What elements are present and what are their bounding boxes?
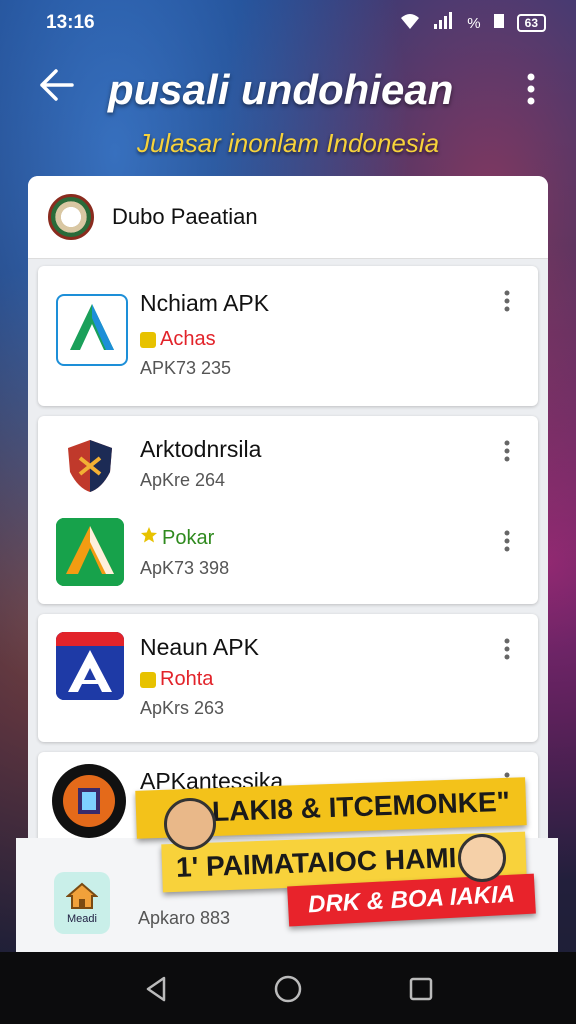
app-version: ApK73 398 <box>140 558 230 578</box>
tag-square-icon <box>140 331 156 348</box>
app-version: ApKrs 263 <box>140 698 225 718</box>
status-time: 13:16 <box>46 12 95 33</box>
apk-app-icon <box>56 294 128 366</box>
page-title: pusali undohiean <box>108 66 454 113</box>
cartoon-face-icon <box>164 798 216 850</box>
signal-percent-text: % <box>467 14 481 32</box>
app-card[interactable]: Arktodnrsila ApKre 264 Pokar ApK73 398 <box>38 416 538 604</box>
app-card[interactable]: Nchiam APK Achas APK73 235 <box>38 266 538 406</box>
apk-app-icon <box>52 764 126 838</box>
apk-app-icon <box>56 518 124 586</box>
app-card[interactable]: Neaun APK Rohta ApKrs 263 <box>38 614 538 742</box>
more-options-icon[interactable] <box>504 638 510 660</box>
wifi-icon <box>399 12 421 34</box>
system-nav-bar <box>0 952 576 1024</box>
app-tag: Achas <box>160 328 216 350</box>
shield-app-icon <box>56 432 124 500</box>
panel-header: Dubo Paeatian <box>28 176 548 259</box>
more-options-icon[interactable] <box>504 530 510 552</box>
status-bar: 13:16 % 63 <box>0 0 576 44</box>
app-bar: pusali undohiean <box>0 58 576 138</box>
promo-banner[interactable]: LAKI8 & ITCEMONKE" 1' PAIMATAIOC HAMI DR… <box>135 777 556 934</box>
app-version: APK73 235 <box>140 358 232 378</box>
app-tag: Pokar <box>162 526 215 549</box>
tag-star-icon <box>140 526 158 550</box>
more-options-icon[interactable] <box>504 290 510 312</box>
list-item[interactable]: Pokar ApK73 398 <box>38 508 538 604</box>
more-options-icon[interactable] <box>504 440 510 462</box>
list-item[interactable]: Arktodnrsila ApKre 264 <box>38 416 538 508</box>
list-item[interactable]: Nchiam APK Achas APK73 235 <box>38 266 538 378</box>
more-options-icon[interactable] <box>526 72 536 106</box>
signal-icon <box>433 12 455 34</box>
apk-app-icon <box>56 632 124 700</box>
panel-header-title: Dubo Paeatian <box>112 204 258 229</box>
home-button[interactable]: Meadi <box>54 872 110 934</box>
cartoon-face-icon <box>458 834 506 882</box>
list-item[interactable]: Neaun APK Rohta ApKrs 263 <box>38 614 538 724</box>
app-tag: Rohta <box>160 668 214 690</box>
app-version: ApKre 264 <box>140 470 226 490</box>
nav-recents-icon[interactable] <box>404 972 438 1006</box>
nav-home-icon[interactable] <box>271 972 305 1006</box>
app-name: Nchiam APK <box>140 290 270 316</box>
app-name: Arktodnrsila <box>140 436 262 462</box>
sim-icon <box>493 13 505 33</box>
back-arrow-icon[interactable] <box>38 68 76 109</box>
home-icon <box>65 882 99 913</box>
battery-icon: 63 <box>516 14 546 32</box>
emblem-logo-icon <box>48 194 94 240</box>
page-subtitle: Julasar inonlam Indonesia <box>136 128 440 158</box>
nav-back-icon[interactable] <box>140 972 174 1006</box>
tag-square-icon <box>140 671 156 688</box>
app-name: Neaun APK <box>140 634 259 660</box>
home-label: Meadi <box>67 912 97 925</box>
